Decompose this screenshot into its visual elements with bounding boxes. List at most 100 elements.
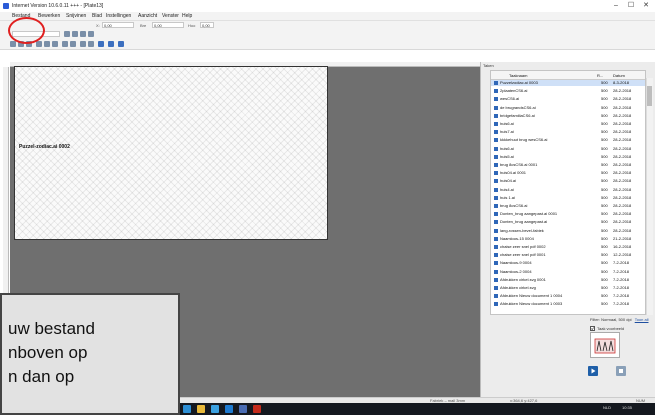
grid-icon[interactable] bbox=[36, 41, 42, 47]
job-row[interactable]: huis5.ai 500 28-2-2018 bbox=[491, 153, 645, 160]
job-name: Afdrukken cirkel.svg bbox=[500, 285, 536, 290]
job-row[interactable]: wesCS6.ai 500 28-2-2018 bbox=[491, 96, 645, 102]
maximize-button[interactable]: ☐ bbox=[625, 2, 637, 10]
job-row[interactable]: 2plaatenCS6.ai 500 28-2-2018 bbox=[491, 88, 645, 94]
title-bar: Internet Version 10.6.0.11 +++ - [Plate1… bbox=[0, 0, 655, 12]
job-file-icon bbox=[494, 253, 498, 258]
ruler-icon[interactable] bbox=[44, 41, 50, 47]
job-row[interactable]: Donten_brug aangepast.ai 0001 500 28-2-201… bbox=[491, 211, 645, 217]
job-row[interactable]: kkkkehuut brug wesCS6.ai 500 28-2-2018 bbox=[491, 137, 645, 143]
taskbar-clock[interactable]: 10:35 bbox=[622, 405, 632, 410]
x-field[interactable]: 0,00 bbox=[102, 22, 134, 28]
job-date: 28-2-2018 bbox=[613, 153, 632, 159]
input-language[interactable]: NLD bbox=[603, 405, 611, 410]
menu-aanzicht[interactable]: Aanzicht bbox=[138, 13, 157, 19]
job-row[interactable]: chaise zeer snel pdf 0002 500 16-2-2018 bbox=[491, 244, 645, 250]
new-file-icon[interactable] bbox=[10, 41, 16, 47]
job-row[interactable]: chaise zeer snel pdf 0001 500 12-2-2018 bbox=[491, 252, 645, 258]
job-row[interactable]: Naamloos-15 0004 500 21-2-2018 bbox=[491, 235, 645, 242]
job-list-scroll-thumb[interactable] bbox=[647, 86, 652, 106]
job-list-scrollbar[interactable] bbox=[646, 78, 653, 315]
align-icon[interactable] bbox=[62, 41, 68, 47]
layers-icon[interactable] bbox=[80, 41, 86, 47]
mirror-icon[interactable] bbox=[70, 41, 76, 47]
job-row[interactable]: brug 8csCS6.ai 500 28-2-2018 bbox=[491, 203, 645, 209]
job-name: Naamloos-15 0004 bbox=[500, 235, 534, 241]
job-row[interactable]: huis7.ai 500 28-2-2018 bbox=[491, 129, 645, 135]
zoom-fit-icon[interactable] bbox=[80, 31, 86, 37]
job-list[interactable]: Taaknaam R... Datum Puzzelzodiac.ai 0003… bbox=[490, 70, 646, 315]
app-taskbar-icon[interactable] bbox=[239, 405, 247, 413]
store-icon[interactable] bbox=[211, 405, 219, 413]
job-resolution: 500 bbox=[601, 293, 608, 299]
cut-icon[interactable] bbox=[118, 41, 124, 47]
job-row[interactable]: bridgefamiliaCS6.ai 500 28-2-2018 bbox=[491, 113, 645, 119]
window-title: Internet Version 10.6.0.11 +++ - [Plate1… bbox=[12, 3, 104, 9]
menu-bewerken[interactable]: Bewerken bbox=[38, 13, 60, 19]
width-field[interactable]: 0,00 bbox=[152, 22, 184, 28]
job-row[interactable]: huis04.ai 500 28-2-2018 bbox=[491, 178, 645, 184]
file-explorer-icon[interactable] bbox=[197, 405, 205, 413]
job-file-icon bbox=[494, 269, 498, 274]
job-row[interactable]: huis 1.ai 500 28-2-2018 bbox=[491, 195, 645, 201]
job-row[interactable]: Afdrukken cirkel.svg 500 7-2-2018 bbox=[491, 285, 645, 291]
job-resolution: 500 bbox=[601, 285, 608, 290]
job-row[interactable]: Puzzelzodiac.ai 0003 500 8-3-2018 bbox=[491, 80, 645, 86]
lock-icon[interactable] bbox=[52, 41, 58, 47]
job-date: 28-2-2018 bbox=[613, 104, 632, 110]
internet-explorer-icon[interactable] bbox=[225, 405, 233, 413]
job-file-icon bbox=[494, 97, 498, 102]
job-row[interactable]: Afdrukken Nieuw document 1 0004 500 7-2-20… bbox=[491, 293, 645, 299]
menu-help[interactable]: Help bbox=[182, 13, 192, 19]
job-name: de brugrandsCS6.ai bbox=[500, 104, 536, 110]
minimize-button[interactable]: – bbox=[610, 2, 622, 10]
job-file-icon bbox=[494, 105, 498, 110]
job-row[interactable]: de brugrandsCS6.ai 500 28-2-2018 bbox=[491, 104, 645, 111]
zoom-page-icon[interactable] bbox=[88, 31, 94, 37]
close-button[interactable]: ✕ bbox=[640, 2, 652, 10]
job-date: 7-2-2018 bbox=[613, 268, 630, 274]
plate-job-label[interactable]: Puzzel-zodiac.ai 0002 bbox=[19, 144, 70, 150]
column-resolution[interactable]: R... bbox=[597, 73, 603, 78]
zoom-out-icon[interactable] bbox=[72, 31, 78, 37]
job-row[interactable]: huis04.ai 0001 500 28-2-2018 bbox=[491, 170, 645, 176]
job-row[interactable]: lang-rossen-bevel-fabiek 500 28-2-2018 bbox=[491, 228, 645, 234]
stop-job-button[interactable] bbox=[616, 366, 626, 376]
menu-snijvinen[interactable]: Snijvinen bbox=[66, 13, 86, 19]
rotate-icon[interactable] bbox=[108, 41, 114, 47]
job-resolution: 500 bbox=[601, 145, 608, 151]
job-row[interactable]: Naamloos-9 0004 500 7-2-2018 bbox=[491, 260, 645, 266]
job-file-icon bbox=[494, 212, 498, 217]
job-row[interactable]: Donten_brug aangepast.ai 500 28-2-2018 bbox=[491, 219, 645, 225]
job-resolution: 500 bbox=[601, 203, 608, 208]
job-row[interactable]: huis4.ai 500 28-2-2018 bbox=[491, 187, 645, 193]
job-row[interactable]: huis6.ai 500 28-2-2018 bbox=[491, 145, 645, 152]
column-datum[interactable]: Datum bbox=[613, 73, 625, 78]
menu-blad[interactable]: Blad bbox=[92, 13, 102, 19]
show-all-link[interactable]: Toon all bbox=[635, 317, 649, 322]
job-date: 8-3-2018 bbox=[613, 80, 630, 85]
settings-icon[interactable] bbox=[98, 41, 104, 47]
job-file-icon bbox=[494, 130, 498, 135]
job-row[interactable]: huis6.ai 500 28-2-2018 bbox=[491, 121, 645, 127]
edge-icon[interactable] bbox=[183, 405, 191, 413]
zoom-in-icon[interactable] bbox=[64, 31, 70, 37]
column-taaknaam[interactable]: Taaknaam bbox=[509, 73, 527, 78]
plate-canvas[interactable] bbox=[14, 66, 328, 240]
filter-text: Filter: Normaal, 500 dpi Toon all bbox=[590, 317, 649, 322]
start-job-button[interactable] bbox=[588, 366, 598, 376]
menu-venster[interactable]: Venster bbox=[162, 13, 179, 19]
pdf-reader-icon[interactable] bbox=[253, 405, 261, 413]
arrange-icon[interactable] bbox=[88, 41, 94, 47]
height-field[interactable]: 0,00 bbox=[200, 22, 214, 28]
job-file-icon bbox=[494, 154, 498, 159]
job-resolution: 500 bbox=[601, 88, 608, 94]
preview-checkbox[interactable] bbox=[590, 326, 595, 331]
job-row[interactable]: Afdrukken cirkel.svg 0001 500 7-2-2018 bbox=[491, 277, 645, 283]
job-file-icon bbox=[494, 302, 498, 307]
job-row[interactable]: Afdrukken Nieuw document 1 0003 500 7-2-20… bbox=[491, 301, 645, 307]
job-row[interactable]: Naamloos-2 0004 500 7-2-2018 bbox=[491, 268, 645, 275]
menu-instellingen[interactable]: Instellingen bbox=[106, 13, 131, 19]
job-row[interactable]: brug 8csCS6.ai 0001 500 28-2-2018 bbox=[491, 162, 645, 168]
jobs-panel-title: Taken bbox=[483, 63, 494, 68]
